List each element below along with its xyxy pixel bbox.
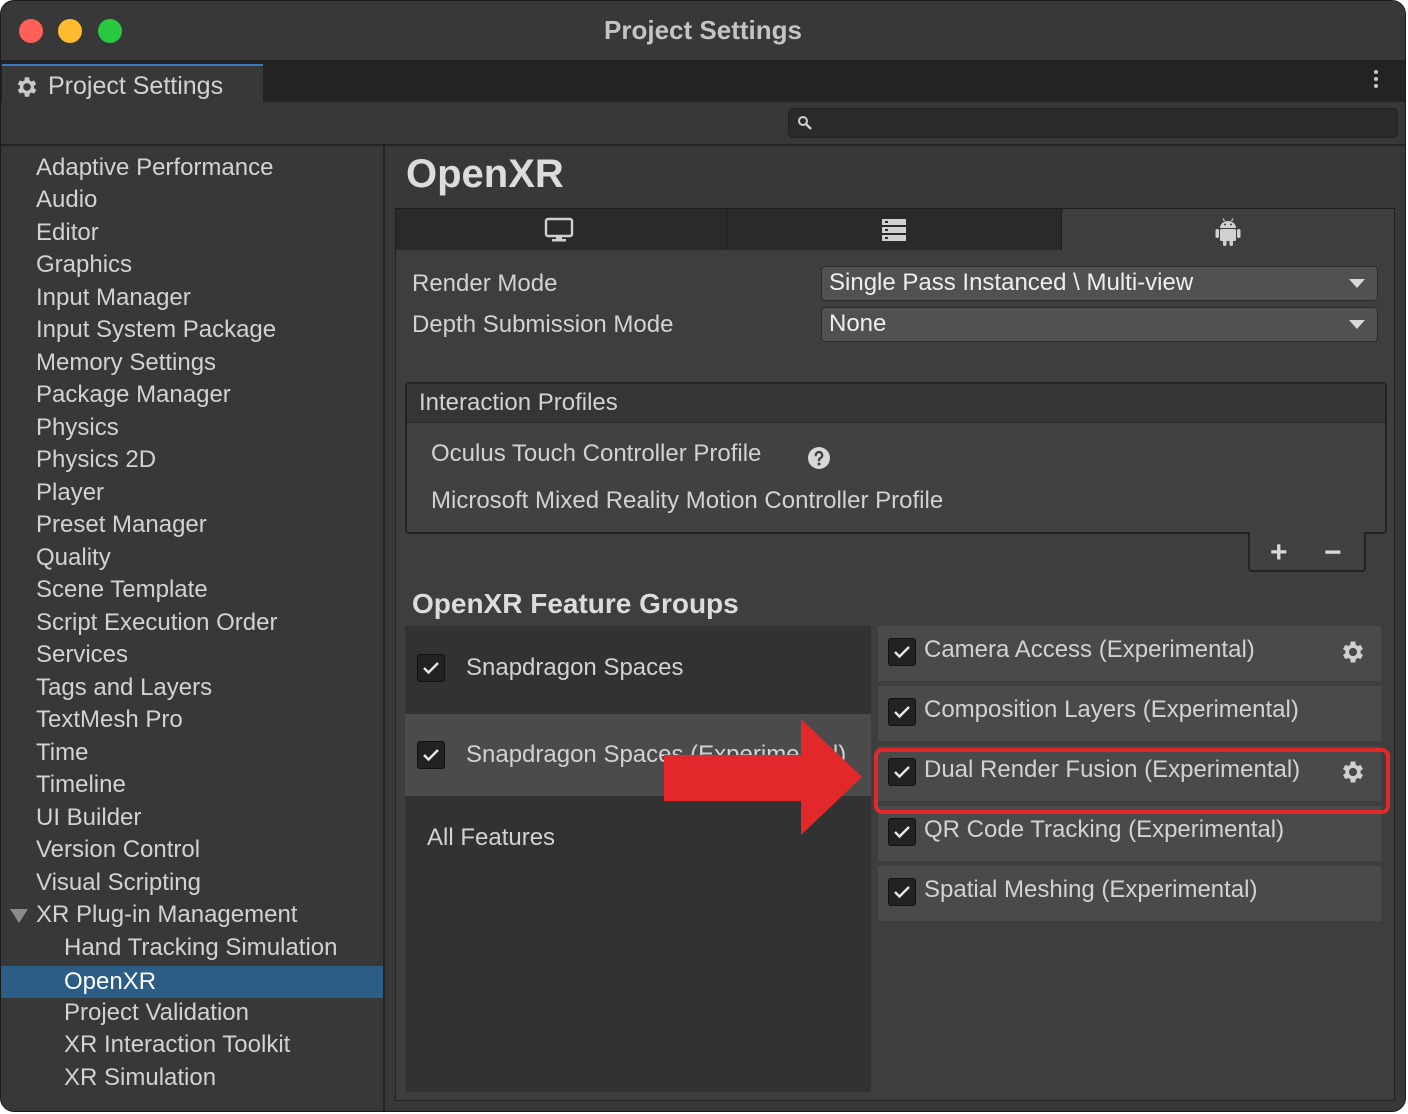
more-options-icon[interactable] — [1371, 67, 1381, 95]
feature-composition-layers[interactable]: Composition Layers (Experimental) — [878, 686, 1381, 741]
profile-add-remove-footer: + − — [1248, 532, 1366, 572]
search-icon — [798, 116, 812, 130]
sidebar-item-package-manager[interactable]: Package Manager — [1, 379, 383, 411]
tab-server[interactable] — [726, 208, 1062, 252]
android-settings-panel: Render Mode Single Pass Instanced \ Mult… — [395, 250, 1395, 1101]
sidebar-item-quality[interactable]: Quality — [1, 542, 383, 574]
feature-checkbox[interactable] — [888, 818, 916, 846]
feature-checkbox[interactable] — [888, 698, 916, 726]
tab-android[interactable] — [1061, 208, 1395, 251]
android-icon — [1215, 218, 1241, 246]
feature-spatial-meshing[interactable]: Spatial Meshing (Experimental) — [878, 866, 1381, 921]
window-title: Project Settings — [604, 15, 802, 45]
feature-groups-title: OpenXR Feature Groups — [412, 588, 739, 619]
render-mode-label: Render Mode — [412, 270, 558, 297]
sidebar-item-xr-interaction-toolkit[interactable]: XR Interaction Toolkit — [1, 1029, 383, 1061]
monitor-icon — [544, 217, 574, 242]
help-icon[interactable] — [807, 446, 831, 470]
add-profile-button[interactable]: + — [1270, 536, 1288, 570]
tab-standalone[interactable] — [395, 208, 727, 252]
feature-checkbox[interactable] — [888, 638, 916, 666]
sidebar-item-openxr[interactable]: OpenXR — [1, 966, 383, 998]
profile-microsoft-motion-controller[interactable]: Microsoft Mixed Reality Motion Controlle… — [431, 487, 943, 515]
sidebar-item-ui-builder[interactable]: UI Builder — [1, 802, 383, 834]
sidebar-item-hand-tracking-simulation[interactable]: Hand Tracking Simulation — [1, 932, 383, 964]
render-mode-value: Single Pass Instanced \ Multi-view — [829, 269, 1194, 296]
checkmark-icon — [894, 886, 910, 899]
title-bar: Project Settings — [1, 1, 1405, 60]
tab-label: Project Settings — [48, 72, 224, 100]
checkmark-icon — [894, 646, 910, 659]
depth-submission-mode-dropdown[interactable]: None — [821, 307, 1378, 342]
sidebar-item-project-validation[interactable]: Project Validation — [1, 997, 383, 1029]
project-settings-window: Project Settings Project Settings Adapti… — [0, 0, 1406, 1112]
gear-icon — [17, 77, 37, 97]
feature-groups-list: Snapdragon Spaces Snapdragon Spaces (Exp… — [405, 626, 871, 1092]
group-label: Snapdragon Spaces — [466, 654, 684, 681]
sidebar-item-input-manager[interactable]: Input Manager — [1, 282, 383, 314]
gear-icon[interactable] — [1339, 638, 1367, 666]
highlight-box — [874, 748, 1390, 814]
group-snapdragon-spaces[interactable]: Snapdragon Spaces — [405, 626, 871, 708]
platform-tabs — [395, 208, 1395, 252]
feature-label: Composition Layers (Experimental) — [924, 696, 1299, 723]
search-bar-row — [1, 102, 1405, 146]
feature-checkbox[interactable] — [888, 878, 916, 906]
sidebar-item-preset-manager[interactable]: Preset Manager — [1, 509, 383, 541]
sidebar-item-editor[interactable]: Editor — [1, 217, 383, 249]
settings-sidebar: Adaptive Performance Audio Editor Graphi… — [1, 146, 385, 1111]
interaction-profiles-title: Interaction Profiles — [419, 389, 618, 416]
checkmark-icon — [423, 662, 439, 675]
feature-label: Spatial Meshing (Experimental) — [924, 876, 1258, 903]
sidebar-item-timeline[interactable]: Timeline — [1, 769, 383, 801]
search-input[interactable] — [788, 108, 1398, 138]
sidebar-item-physics[interactable]: Physics — [1, 412, 383, 444]
feature-label: QR Code Tracking (Experimental) — [924, 816, 1285, 843]
sidebar-item-xr-simulation[interactable]: XR Simulation — [1, 1062, 383, 1094]
sidebar-item-tags-and-layers[interactable]: Tags and Layers — [1, 672, 383, 704]
page-title: OpenXR — [406, 152, 564, 196]
interaction-profiles-header: Interaction Profiles — [407, 384, 1385, 423]
sidebar-item-audio[interactable]: Audio — [1, 184, 383, 216]
depth-submission-mode-value: None — [829, 310, 887, 337]
sidebar-item-xr-plug-in-management[interactable]: XR Plug-in Management — [1, 899, 383, 931]
depth-submission-mode-label: Depth Submission Mode — [412, 311, 674, 338]
remove-profile-button[interactable]: − — [1324, 536, 1342, 570]
sidebar-item-script-execution-order[interactable]: Script Execution Order — [1, 607, 383, 639]
sidebar-item-services[interactable]: Services — [1, 639, 383, 671]
sidebar-item-player[interactable]: Player — [1, 477, 383, 509]
group-label: All Features — [427, 824, 556, 851]
chevron-down-icon — [1349, 320, 1365, 329]
chevron-down-icon — [1349, 279, 1365, 288]
sidebar-item-graphics[interactable]: Graphics — [1, 249, 383, 281]
group-checkbox[interactable] — [417, 741, 445, 769]
checkmark-icon — [894, 826, 910, 839]
sidebar-item-textmesh-pro[interactable]: TextMesh Pro — [1, 704, 383, 736]
server-rack-icon — [882, 219, 906, 241]
profile-oculus-touch[interactable]: Oculus Touch Controller Profile — [431, 440, 761, 468]
feature-camera-access[interactable]: Camera Access (Experimental) — [878, 626, 1381, 681]
tab-project-settings[interactable]: Project Settings — [2, 64, 263, 106]
sidebar-item-version-control[interactable]: Version Control — [1, 834, 383, 866]
sidebar-item-input-system-package[interactable]: Input System Package — [1, 314, 383, 346]
render-mode-dropdown[interactable]: Single Pass Instanced \ Multi-view — [821, 266, 1378, 301]
checkmark-icon — [423, 749, 439, 762]
checkmark-icon — [894, 706, 910, 719]
sidebar-item-visual-scripting[interactable]: Visual Scripting — [1, 867, 383, 899]
sidebar-item-physics-2d[interactable]: Physics 2D — [1, 444, 383, 476]
feature-qr-code-tracking[interactable]: QR Code Tracking (Experimental) — [878, 806, 1381, 861]
sidebar-item-scene-template[interactable]: Scene Template — [1, 574, 383, 606]
sidebar-item-time[interactable]: Time — [1, 737, 383, 769]
feature-label: Camera Access (Experimental) — [924, 636, 1255, 663]
expand-triangle-icon[interactable] — [10, 909, 28, 923]
group-checkbox[interactable] — [417, 654, 445, 682]
red-arrow-annotation — [664, 719, 862, 835]
interaction-profiles-list: Interaction Profiles Oculus Touch Contro… — [405, 382, 1387, 534]
sidebar-item-adaptive-performance[interactable]: Adaptive Performance — [1, 152, 383, 184]
settings-main-panel: OpenXR Render Mode Single Pass Instanced… — [385, 146, 1405, 1111]
sidebar-item-memory-settings[interactable]: Memory Settings — [1, 347, 383, 379]
